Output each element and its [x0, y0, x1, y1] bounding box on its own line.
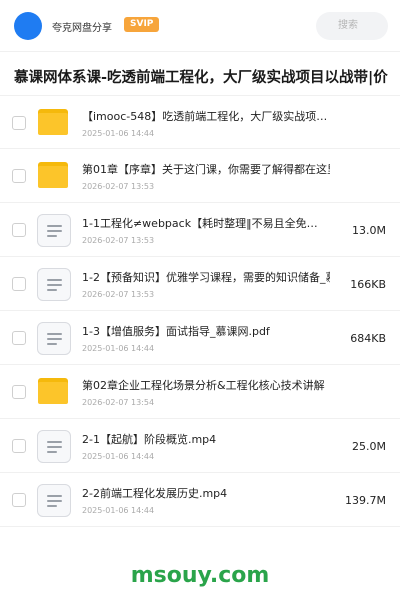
document-icon [37, 268, 71, 301]
file-date: 2025-01-06 14:44 [82, 129, 155, 138]
username: 夸克网盘分享 [52, 23, 112, 34]
file-row[interactable]: 1-1工程化≠webpack【耗时整理‖不易且全免… 2026-02-07 13:… [0, 203, 400, 257]
select-checkbox[interactable] [12, 116, 26, 130]
document-icon [37, 484, 71, 517]
folder-icon [38, 109, 68, 135]
folder-icon [38, 162, 68, 188]
select-checkbox[interactable] [12, 277, 26, 291]
file-date: 2026-02-07 13:53 [82, 236, 155, 245]
file-list: 【imooc-548】吃透前端工程化，大厂级实战项… 2025-01-06 14:… [0, 95, 400, 527]
file-row[interactable]: 第02章企业工程化场景分析&工程化核心技术讲解 2026-02-07 13:54 [0, 365, 400, 419]
file-date: 2026-02-07 13:54 [82, 398, 155, 407]
file-row[interactable]: 【imooc-548】吃透前端工程化，大厂级实战项… 2025-01-06 14:… [0, 95, 400, 149]
file-name[interactable]: 2-2前端工程化发展历史.mp4 [82, 485, 330, 501]
select-checkbox[interactable] [12, 223, 26, 237]
folder-icon [38, 378, 68, 404]
file-date: 2026-02-07 13:53 [82, 290, 155, 299]
svip-badge: SVIP [124, 17, 160, 32]
file-size: 166KB [350, 278, 386, 291]
document-icon [37, 322, 71, 355]
file-row[interactable]: 第01章【序章】关于这门课，你需要了解得都在这里 2026-02-07 13:53 [0, 149, 400, 203]
file-size: 25.0M [352, 440, 386, 453]
file-name[interactable]: 第02章企业工程化场景分析&工程化核心技术讲解 [82, 377, 330, 393]
search-input[interactable]: 搜索 [316, 12, 388, 40]
file-date: 2025-01-06 14:44 [82, 344, 155, 353]
file-name[interactable]: 1-2【预备知识】优雅学习课程，需要的知识储备_慕… [82, 269, 330, 285]
file-name[interactable]: 【imooc-548】吃透前端工程化，大厂级实战项… [82, 108, 330, 124]
file-date: 2025-01-06 14:44 [82, 452, 155, 461]
file-date: 2025-01-06 14:44 [82, 506, 155, 515]
avatar[interactable] [14, 12, 42, 40]
file-name[interactable]: 1-1工程化≠webpack【耗时整理‖不易且全免… [82, 215, 330, 231]
watermark-text: msouy.com [130, 563, 270, 588]
select-checkbox[interactable] [12, 493, 26, 507]
file-date: 2026-02-07 13:53 [82, 182, 155, 191]
select-checkbox[interactable] [12, 331, 26, 345]
select-checkbox[interactable] [12, 439, 26, 453]
select-checkbox[interactable] [12, 385, 26, 399]
page-title: 慕课网体系课-吃透前端工程化，大厂级实战项目以战带|价 [14, 70, 388, 86]
top-bar: 夸克网盘分享 SVIP 搜索 [0, 0, 400, 52]
file-size: 139.7M [345, 494, 386, 507]
file-name[interactable]: 1-3【增值服务】面试指导_慕课网.pdf [82, 323, 330, 339]
file-size: 13.0M [352, 224, 386, 237]
document-icon [37, 214, 71, 247]
document-icon [37, 430, 71, 463]
file-name[interactable]: 2-1【起航】阶段概览.mp4 [82, 431, 330, 447]
file-row[interactable]: 1-3【增值服务】面试指导_慕课网.pdf 2025-01-06 14:44 684… [0, 311, 400, 365]
file-size: 684KB [350, 332, 386, 345]
file-row[interactable]: 2-1【起航】阶段概览.mp4 2025-01-06 14:44 25.0M [0, 419, 400, 473]
file-row[interactable]: 2-2前端工程化发展历史.mp4 2025-01-06 14:44 139.7M [0, 473, 400, 527]
select-checkbox[interactable] [12, 169, 26, 183]
file-row[interactable]: 1-2【预备知识】优雅学习课程，需要的知识储备_慕… 2026-02-07 13:… [0, 257, 400, 311]
file-name[interactable]: 第01章【序章】关于这门课，你需要了解得都在这里 [82, 161, 330, 177]
